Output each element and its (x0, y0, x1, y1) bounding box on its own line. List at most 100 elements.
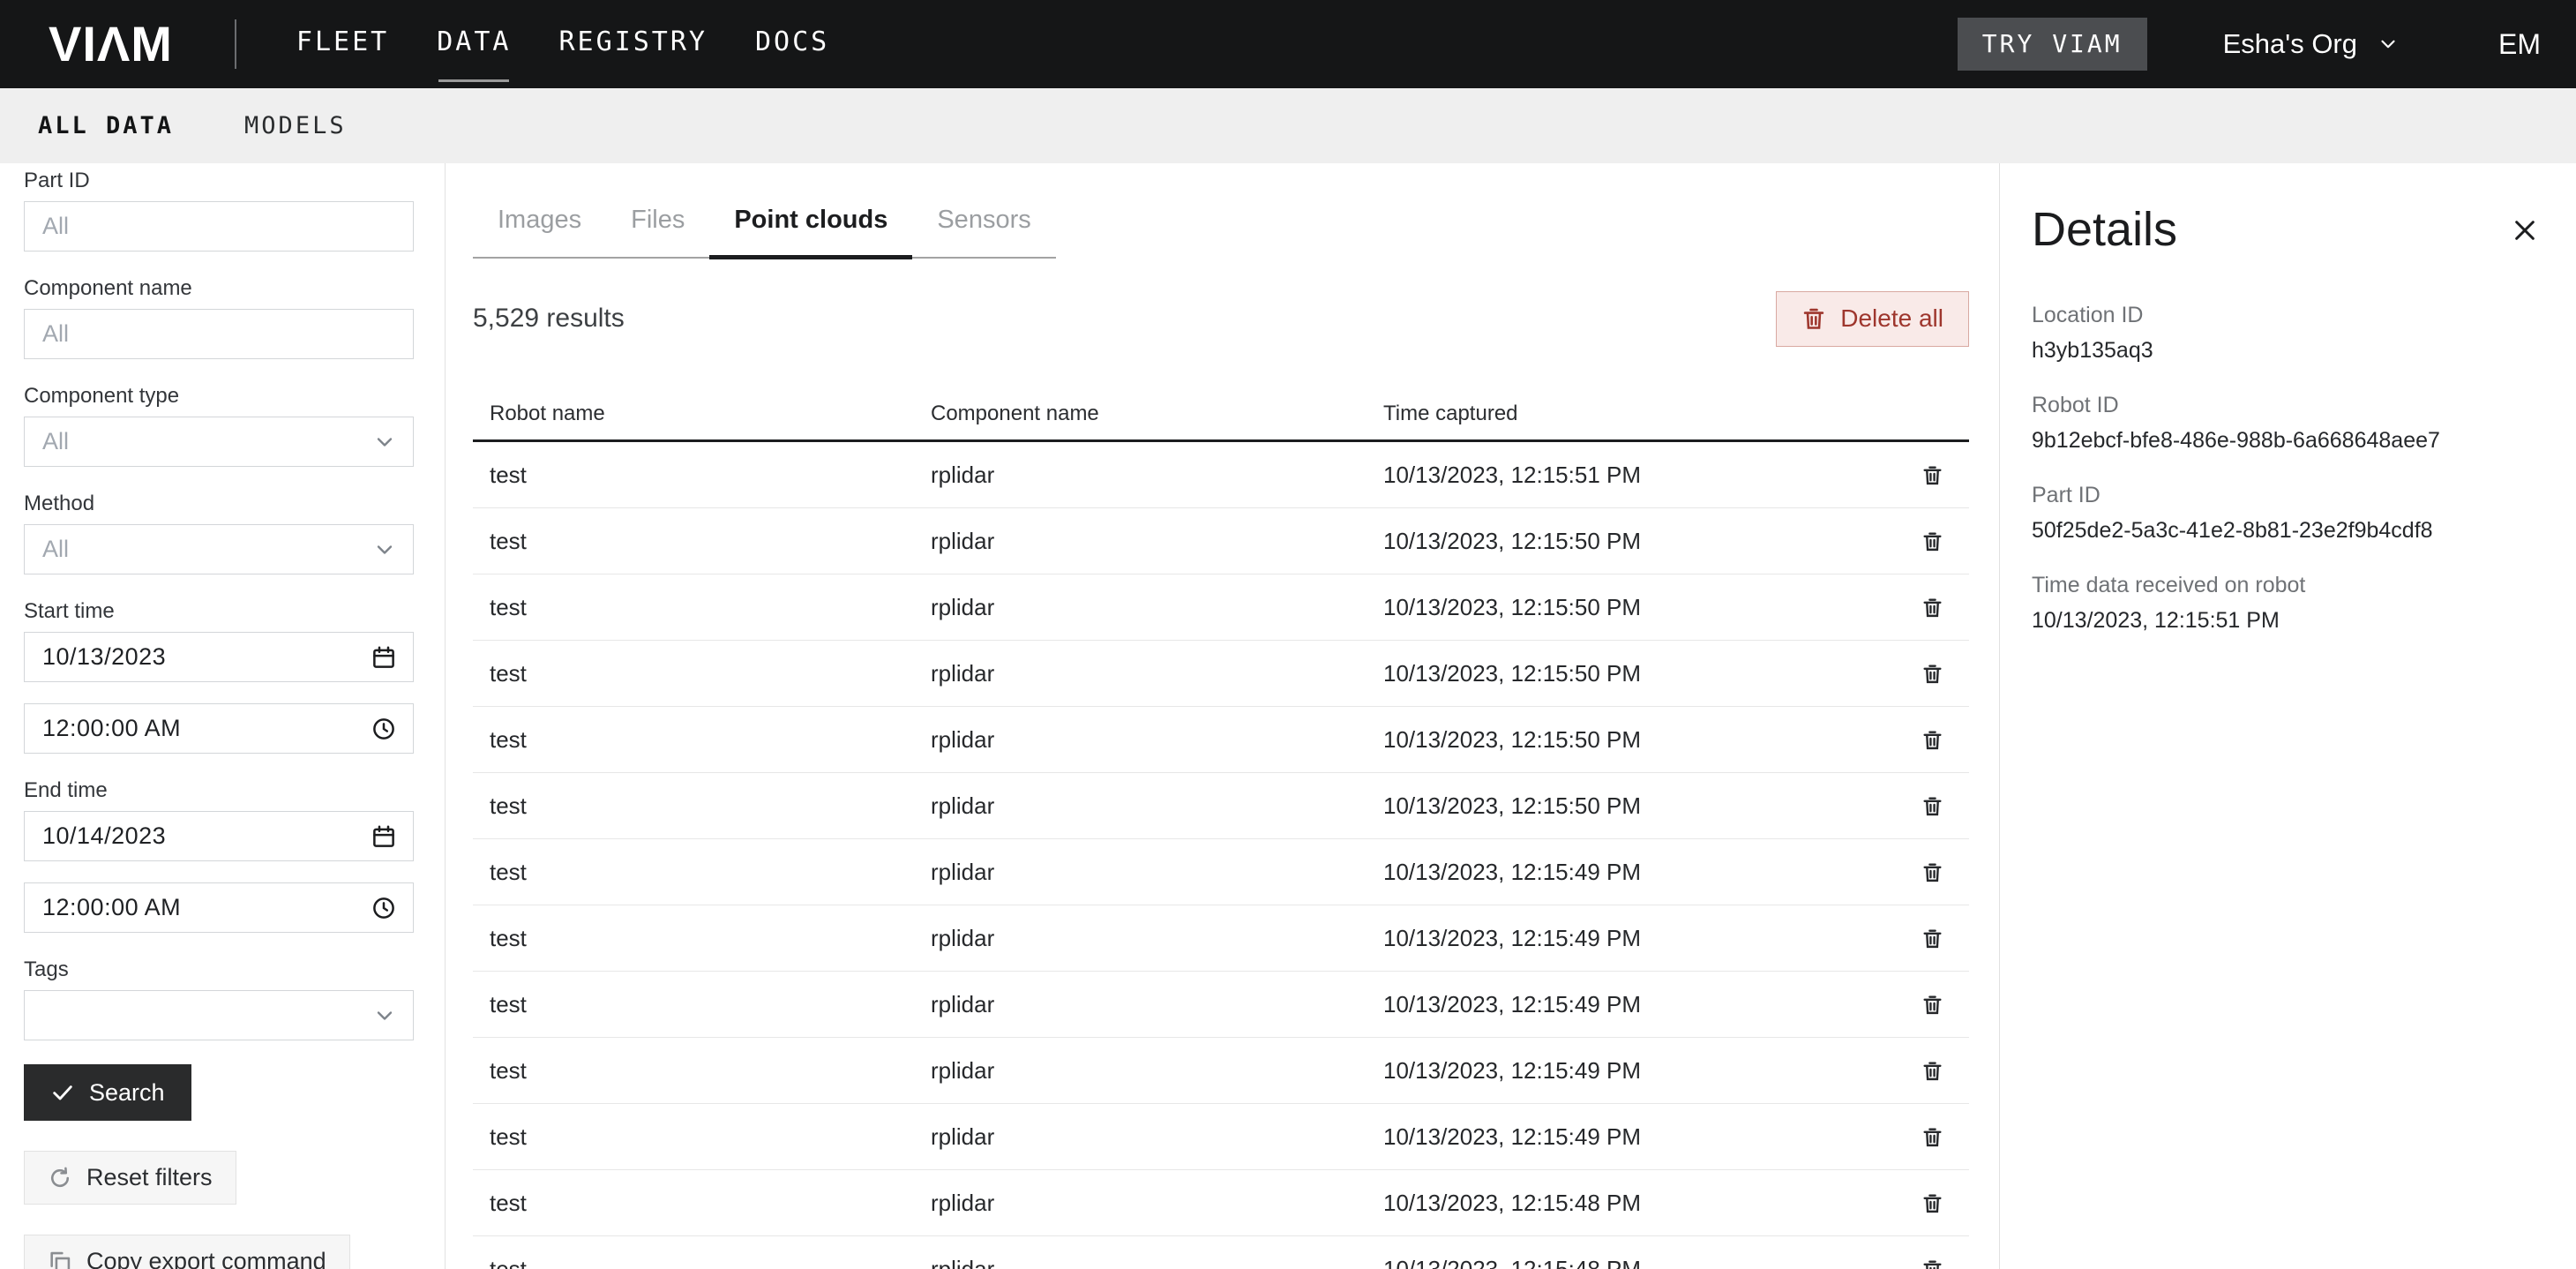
sub-nav: ALL DATA MODELS (0, 88, 2576, 163)
trash-icon (1921, 860, 1943, 884)
nav-item-fleet[interactable]: FLEET (296, 26, 389, 63)
delete-row-button[interactable] (1921, 662, 1943, 686)
trash-icon (1921, 927, 1943, 950)
delete-row-button[interactable] (1921, 794, 1943, 818)
column-robot-name: Robot name (490, 402, 931, 426)
chevron-down-icon (372, 430, 397, 454)
table-row[interactable]: test rplidar 10/13/2023, 12:15:50 PM (473, 707, 1969, 773)
cell-component-name: rplidar (931, 528, 1383, 555)
nav-item-docs[interactable]: DOCS (755, 26, 829, 63)
viam-logo[interactable]: VIΛM (49, 19, 173, 69)
cell-time-captured: 10/13/2023, 12:15:49 PM (1383, 1057, 1907, 1085)
method-select[interactable]: All (24, 524, 414, 574)
cell-robot-name: test (490, 1057, 931, 1085)
calendar-icon (371, 823, 397, 850)
delete-row-button[interactable] (1921, 927, 1943, 950)
details-fields: Location ID h3yb135aq3 Robot ID 9b12ebcf… (2032, 301, 2541, 634)
search-button[interactable]: Search (24, 1064, 191, 1121)
cell-time-captured: 10/13/2023, 12:15:48 PM (1383, 1190, 1907, 1217)
end-time-input[interactable]: 12:00:00 AM (24, 882, 414, 933)
table-row[interactable]: test rplidar 10/13/2023, 12:15:49 PM (473, 972, 1969, 1038)
details-title: Details (2032, 202, 2541, 257)
cell-time-captured: 10/13/2023, 12:15:51 PM (1383, 462, 1907, 489)
part-id-input[interactable] (24, 201, 414, 252)
cell-time-captured: 10/13/2023, 12:15:49 PM (1383, 859, 1907, 886)
component-name-input[interactable] (24, 309, 414, 359)
check-icon (50, 1080, 75, 1105)
table-row[interactable]: test rplidar 10/13/2023, 12:15:50 PM (473, 508, 1969, 574)
table-row[interactable]: test rplidar 10/13/2023, 12:15:49 PM (473, 839, 1969, 905)
nav-item-registry[interactable]: REGISTRY (558, 26, 708, 63)
cell-time-captured: 10/13/2023, 12:15:50 PM (1383, 528, 1907, 555)
table-row[interactable]: test rplidar 10/13/2023, 12:15:50 PM (473, 574, 1969, 641)
location-id-label: Location ID (2032, 301, 2541, 329)
cell-component-name: rplidar (931, 859, 1383, 886)
reset-filters-button[interactable]: Reset filters (24, 1151, 236, 1205)
start-time-input[interactable]: 12:00:00 AM (24, 703, 414, 754)
delete-row-button[interactable] (1921, 529, 1943, 553)
part-id-detail-label: Part ID (2032, 481, 2541, 509)
table-row[interactable]: test rplidar 10/13/2023, 12:15:50 PM (473, 773, 1969, 839)
cell-robot-name: test (490, 660, 931, 687)
trash-icon (1921, 1191, 1943, 1215)
copy-export-command-button[interactable]: Copy export command (24, 1235, 350, 1269)
chevron-down-icon (372, 1003, 397, 1028)
clock-icon (371, 895, 397, 921)
delete-row-button[interactable] (1921, 596, 1943, 619)
data-table: Robot name Component name Time captured … (473, 402, 1969, 1269)
cell-component-name: rplidar (931, 1256, 1383, 1269)
column-component-name: Component name (931, 402, 1383, 426)
delete-row-button[interactable] (1921, 1125, 1943, 1149)
results-count: 5,529 results (473, 304, 625, 334)
cell-component-name: rplidar (931, 925, 1383, 952)
table-row[interactable]: test rplidar 10/13/2023, 12:15:49 PM (473, 1104, 1969, 1170)
try-viam-button[interactable]: TRY VIAM (1958, 18, 2147, 71)
tab-sensors[interactable]: Sensors (912, 205, 1055, 257)
table-row[interactable]: test rplidar 10/13/2023, 12:15:49 PM (473, 905, 1969, 972)
end-time-label: End time (24, 777, 414, 804)
table-row[interactable]: test rplidar 10/13/2023, 12:15:48 PM (473, 1170, 1969, 1236)
trash-icon (1921, 596, 1943, 619)
tags-select[interactable] (24, 990, 414, 1040)
method-label: Method (24, 491, 414, 517)
delete-row-button[interactable] (1921, 993, 1943, 1017)
cell-component-name: rplidar (931, 1123, 1383, 1151)
table-row[interactable]: test rplidar 10/13/2023, 12:15:51 PM (473, 442, 1969, 508)
calendar-icon (371, 644, 397, 671)
tab-files[interactable]: Files (606, 205, 709, 257)
cell-robot-name: test (490, 1123, 931, 1151)
tab-models[interactable]: MODELS (244, 112, 347, 139)
delete-row-button[interactable] (1921, 1258, 1943, 1269)
cell-component-name: rplidar (931, 1057, 1383, 1085)
component-type-select[interactable]: All (24, 417, 414, 467)
table-row[interactable]: test rplidar 10/13/2023, 12:15:48 PM (473, 1236, 1969, 1269)
delete-row-button[interactable] (1921, 860, 1943, 884)
table-row[interactable]: test rplidar 10/13/2023, 12:15:49 PM (473, 1038, 1969, 1104)
table-row[interactable]: test rplidar 10/13/2023, 12:15:50 PM (473, 641, 1969, 707)
org-switcher[interactable]: Esha's Org (2223, 28, 2400, 60)
cell-time-captured: 10/13/2023, 12:15:49 PM (1383, 1123, 1907, 1151)
tab-all-data[interactable]: ALL DATA (38, 112, 174, 139)
tab-images[interactable]: Images (473, 205, 606, 257)
user-avatar[interactable]: EM (2498, 28, 2541, 61)
cell-component-name: rplidar (931, 660, 1383, 687)
close-details-button[interactable] (2511, 216, 2539, 244)
time-received-label: Time data received on robot (2032, 571, 2541, 599)
location-id-value: h3yb135aq3 (2032, 336, 2541, 364)
clock-icon (371, 716, 397, 742)
delete-row-button[interactable] (1921, 463, 1943, 487)
trash-icon (1921, 993, 1943, 1017)
delete-row-button[interactable] (1921, 728, 1943, 752)
trash-icon (1921, 1125, 1943, 1149)
nav-item-data[interactable]: DATA (437, 26, 511, 63)
table-body: test rplidar 10/13/2023, 12:15:51 PM tes… (473, 442, 1969, 1269)
tab-point-clouds[interactable]: Point clouds (709, 205, 912, 259)
delete-row-button[interactable] (1921, 1191, 1943, 1215)
cell-robot-name: test (490, 1190, 931, 1217)
delete-all-button[interactable]: Delete all (1776, 291, 1969, 347)
delete-row-button[interactable] (1921, 1059, 1943, 1083)
end-date-input[interactable]: 10/14/2023 (24, 811, 414, 861)
close-icon (2511, 216, 2539, 244)
start-date-input[interactable]: 10/13/2023 (24, 632, 414, 682)
cell-component-name: rplidar (931, 594, 1383, 621)
